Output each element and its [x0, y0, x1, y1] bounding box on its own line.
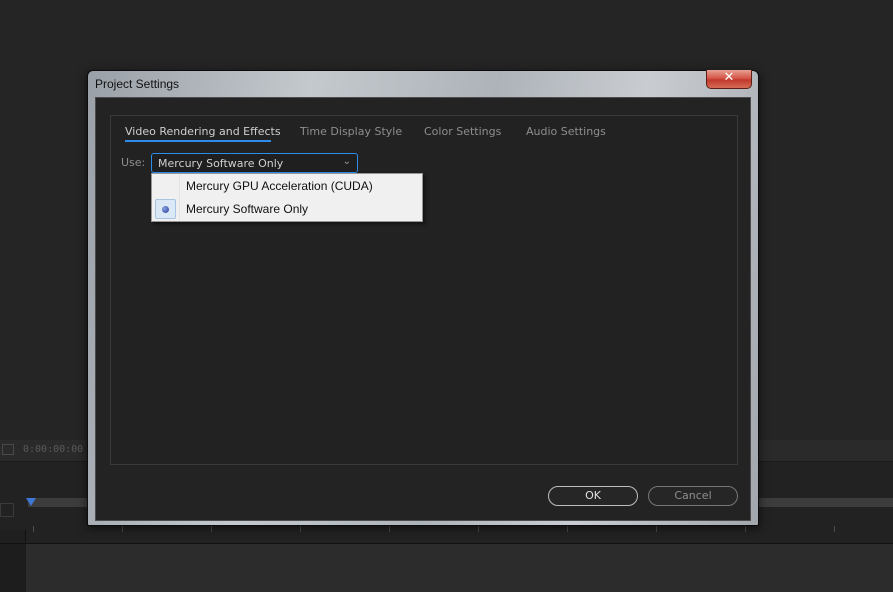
tab-audio-settings[interactable]: Audio Settings: [526, 125, 606, 138]
selected-radio-icon: [155, 199, 176, 219]
timeline-tool-icon[interactable]: [0, 503, 14, 517]
ruler-tick: [389, 526, 390, 532]
ruler-tick: [122, 526, 123, 532]
ruler-tick: [478, 526, 479, 532]
tab-video-rendering[interactable]: Video Rendering and Effects: [125, 125, 281, 138]
project-settings-dialog: Project Settings ✕ Video Rendering and E…: [87, 70, 759, 526]
ruler-tick: [33, 526, 34, 532]
renderer-option-gpu[interactable]: Mercury GPU Acceleration (CUDA): [152, 175, 422, 197]
ruler-tick: [300, 526, 301, 532]
ruler-tick: [656, 526, 657, 532]
cancel-button[interactable]: Cancel: [648, 486, 738, 506]
settings-panel: Video Rendering and Effects Time Display…: [110, 115, 738, 465]
tab-time-display-style[interactable]: Time Display Style: [300, 125, 402, 138]
chevron-down-icon: ⌄: [342, 156, 351, 167]
active-tab-indicator: [125, 140, 271, 142]
ok-button[interactable]: OK: [548, 486, 638, 506]
renderer-dropdown: Mercury GPU Acceleration (CUDA) Mercury …: [151, 173, 423, 222]
renderer-select[interactable]: Mercury Software Only ⌄: [151, 153, 358, 173]
ruler-tick: [745, 526, 746, 532]
tab-color-settings[interactable]: Color Settings: [424, 125, 501, 138]
dialog-title: Project Settings: [95, 77, 180, 91]
dialog-body: Video Rendering and Effects Time Display…: [95, 97, 751, 521]
timecode-display[interactable]: 0:00:00:00: [23, 444, 83, 455]
radio-dot-icon: [162, 206, 169, 213]
track-header: [0, 530, 26, 544]
renderer-option-label: Mercury Software Only: [186, 202, 309, 216]
ruler-tick: [567, 526, 568, 532]
renderer-option-software[interactable]: Mercury Software Only: [152, 198, 422, 220]
renderer-option-label: Mercury GPU Acceleration (CUDA): [186, 179, 373, 193]
ruler-tick: [211, 526, 212, 532]
monitor-icon[interactable]: [2, 444, 14, 455]
close-button[interactable]: ✕: [706, 70, 752, 89]
video-track[interactable]: [0, 544, 893, 592]
playhead-marker-icon[interactable]: [26, 498, 36, 506]
track-header: [0, 544, 26, 592]
use-label: Use:: [121, 156, 146, 169]
renderer-select-value: Mercury Software Only: [158, 157, 284, 170]
ruler-tick: [834, 526, 835, 532]
